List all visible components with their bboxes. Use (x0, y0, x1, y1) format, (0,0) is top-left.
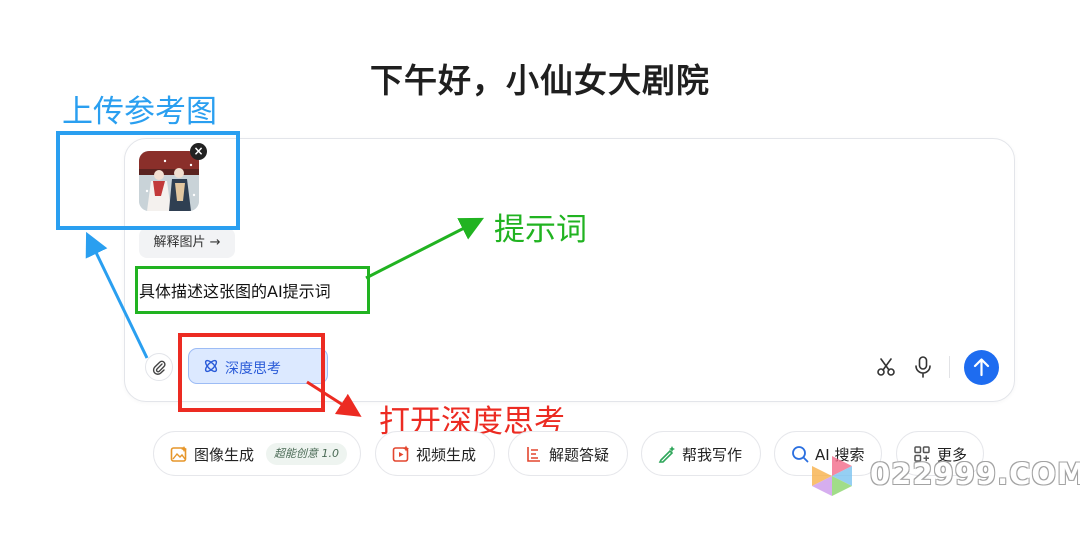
chip-label: 视频生成 (416, 446, 477, 464)
chip-problem-solving[interactable]: 解题答疑 (508, 431, 628, 476)
chip-label: 解题答疑 (549, 446, 610, 464)
upload-arrow (85, 231, 149, 359)
solve-icon (527, 447, 540, 462)
chip-writing[interactable]: 帮我写作 (641, 431, 761, 476)
chip-image-generation[interactable]: 图像生成 超能创意 1.0 (153, 431, 361, 476)
chip-label: 帮我写作 (682, 446, 743, 464)
chip-video-generation[interactable]: 视频生成 (375, 431, 495, 476)
watermark-text: 022999.COM (870, 457, 1080, 491)
prompt-arrow (365, 217, 485, 280)
site-watermark: 022999.COM (808, 454, 1080, 498)
image-gen-icon (170, 446, 187, 462)
write-icon (658, 446, 675, 463)
chip-badge: 超能创意 1.0 (266, 443, 347, 465)
chip-label: 图像生成 (194, 446, 255, 464)
deep-think-arrow (306, 380, 362, 417)
video-gen-icon (392, 445, 409, 462)
ai-search-icon (792, 446, 809, 463)
watermark-logo-icon (812, 456, 852, 496)
